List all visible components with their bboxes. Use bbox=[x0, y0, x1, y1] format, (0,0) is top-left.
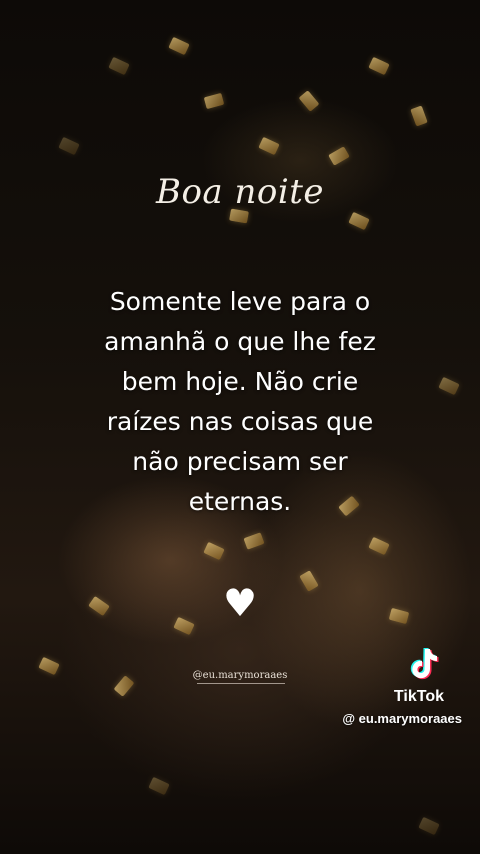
quote-line: não precisam ser bbox=[132, 447, 348, 476]
confetti-piece bbox=[203, 92, 225, 110]
quote-line: raízes nas coisas que bbox=[106, 407, 374, 436]
handle-underline bbox=[197, 683, 285, 684]
confetti-piece bbox=[348, 211, 370, 231]
greeting-title: Boa noite bbox=[155, 172, 325, 212]
tiktok-brand-label: TikTok bbox=[393, 688, 444, 705]
confetti-piece bbox=[58, 136, 80, 156]
confetti-piece bbox=[438, 376, 460, 396]
confetti-piece bbox=[418, 816, 440, 836]
quote-line: Somente leve para o bbox=[109, 287, 371, 316]
confetti-piece bbox=[168, 36, 190, 56]
quote-text: Somente leve para o amanhã o que lhe fez… bbox=[40, 282, 440, 522]
confetti-piece bbox=[328, 146, 350, 166]
confetti-piece bbox=[368, 56, 390, 76]
confetti-piece bbox=[410, 105, 428, 127]
tiktok-username: @ eu.marymoraaes bbox=[342, 711, 462, 726]
quote-line: bem hoje. Não crie bbox=[121, 367, 359, 396]
tiktok-watermark: TikTok @ eu.marymoraaes bbox=[322, 648, 462, 726]
confetti-piece bbox=[368, 536, 390, 556]
heart-icon: ♥ bbox=[222, 581, 258, 625]
confetti-piece bbox=[298, 90, 320, 112]
confetti-piece bbox=[203, 541, 225, 561]
quote-line: amanhã o que lhe fez bbox=[104, 327, 376, 356]
quote-line: eternas. bbox=[188, 487, 292, 516]
tiktok-logo-icon bbox=[400, 648, 440, 682]
confetti-piece bbox=[243, 532, 265, 550]
confetti-piece bbox=[108, 56, 130, 76]
confetti-piece bbox=[148, 776, 170, 796]
confetti-piece bbox=[258, 136, 280, 156]
